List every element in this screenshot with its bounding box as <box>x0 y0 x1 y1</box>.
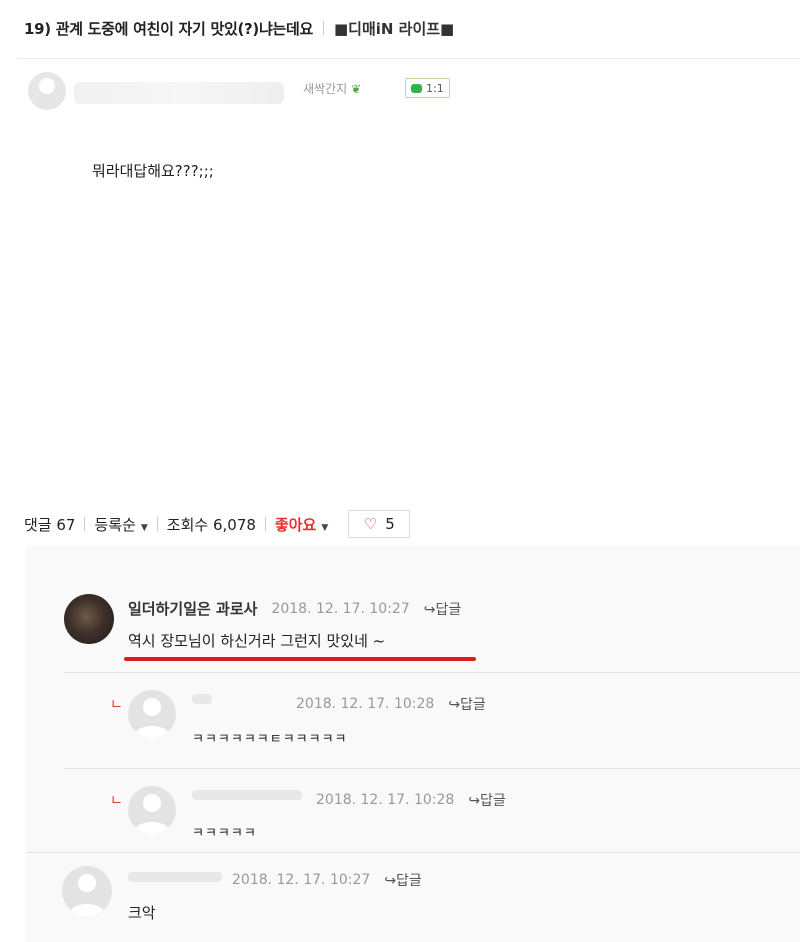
reply-button[interactable]: ↪답글 <box>468 790 506 810</box>
sort-label: 등록순 <box>94 515 136 534</box>
commenter-avatar[interactable] <box>128 690 176 738</box>
post-stats: 댓글 67 등록순 ▼ 조회수 6,078 좋아요 ▼ ♡ 5 <box>24 510 411 538</box>
chat-button[interactable]: 1:1 <box>405 78 450 98</box>
header-divider <box>18 58 800 59</box>
commenter-name[interactable]: 일더하기일은 과로사 <box>128 598 257 619</box>
commenter-avatar[interactable] <box>64 594 114 644</box>
comment-meta: 2018. 12. 17. 10:27 ↪답글 <box>232 870 422 890</box>
reply-label: 답글 <box>460 697 486 713</box>
post-body: 뭐라대답해요???;;; <box>92 162 214 180</box>
board-name-link[interactable]: ■디매iN 라이프■ <box>334 18 454 39</box>
comment-divider <box>64 768 800 769</box>
like-button[interactable]: ♡ 5 <box>348 510 411 538</box>
commenter-name-blurred[interactable] <box>128 872 222 882</box>
reply-button[interactable]: ↪답글 <box>424 599 462 619</box>
reply-label: 답글 <box>480 793 506 809</box>
highlight-underline <box>124 657 476 661</box>
reply-button[interactable]: ↪답글 <box>448 694 486 714</box>
comment-date: 2018. 12. 17. 10:27 <box>271 600 410 617</box>
comment-count[interactable]: 댓글 67 <box>24 514 75 535</box>
reply-arrow-icon: ↪ <box>384 873 397 889</box>
like-count: 5 <box>385 515 395 533</box>
post-header: 19) 관계 도중에 여친이 자기 맛있(?)냐는데요 ■디매iN 라이프■ <box>24 14 454 42</box>
chat-icon <box>411 83 422 93</box>
post-title: 19) 관계 도중에 여친이 자기 맛있(?)냐는데요 <box>24 19 313 38</box>
view-count: 조회수 6,078 <box>166 515 256 534</box>
likes-label: 좋아요 <box>274 515 317 534</box>
sort-dropdown[interactable]: 등록순 ▼ <box>94 514 147 535</box>
commenter-name-blurred[interactable] <box>192 694 212 704</box>
comment-meta: 2018. 12. 17. 10:28 ↪답글 <box>316 790 506 810</box>
comment-meta: 일더하기일은 과로사 2018. 12. 17. 10:27 ↪답글 <box>128 598 461 619</box>
comment-text: 역시 장모님이 하신거라 그런지 맛있네 ~ <box>128 632 386 650</box>
reply-arrow-icon: ↪ <box>423 601 436 618</box>
reply-button[interactable]: ↪답글 <box>384 870 422 890</box>
divider <box>322 21 324 35</box>
author-rank: 새싹간지 ❦ <box>303 80 361 97</box>
divider <box>84 517 86 531</box>
reply-indent-icon: ㄴ <box>110 793 123 809</box>
author-avatar[interactable] <box>28 72 66 110</box>
likes-dropdown[interactable]: 좋아요 ▼ <box>275 514 328 535</box>
reply-arrow-icon: ↪ <box>448 697 461 713</box>
comment-text: ㅋㅋㅋㅋㅋ <box>192 826 257 841</box>
comment-meta: 2018. 12. 17. 10:28 ↪답글 <box>296 694 486 714</box>
sprout-icon: ❦ <box>351 81 362 96</box>
comment-divider <box>64 672 800 673</box>
comment-date: 2018. 12. 17. 10:27 <box>232 872 371 888</box>
caret-down-icon: ▼ <box>321 522 329 533</box>
commenter-name-blurred[interactable] <box>192 790 302 800</box>
reply-arrow-icon: ↪ <box>468 793 481 809</box>
comment-date: 2018. 12. 17. 10:28 <box>316 792 455 808</box>
divider <box>156 517 158 531</box>
reply-indent-icon: ㄴ <box>110 697 123 713</box>
author-rank-label: 새싹간지 <box>303 82 348 96</box>
chat-label: 1:1 <box>426 81 444 95</box>
comment-divider <box>26 852 800 853</box>
reply-label: 답글 <box>396 873 422 889</box>
commenter-avatar[interactable] <box>128 786 176 834</box>
comment-text: ㅋㅋㅋㅋㅋㅋㅌㅋㅋㅋㅋㅋ <box>192 732 348 747</box>
reply-label: 답글 <box>435 601 462 618</box>
author-name-blurred[interactable] <box>74 82 284 104</box>
commenter-avatar[interactable] <box>62 866 112 916</box>
caret-down-icon: ▼ <box>140 522 148 533</box>
comment-date: 2018. 12. 17. 10:28 <box>296 696 435 712</box>
heart-icon: ♡ <box>363 515 378 533</box>
comment-text: 크악 <box>128 904 156 922</box>
divider <box>264 517 266 531</box>
